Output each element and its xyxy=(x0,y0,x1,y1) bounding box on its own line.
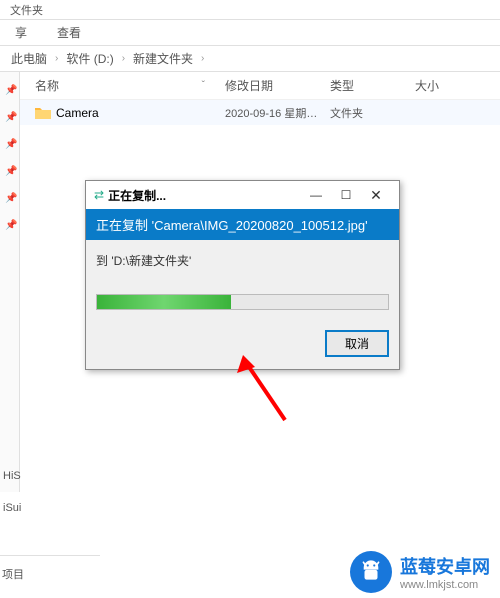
dialog-dest: 到 'D:\新建文件夹' xyxy=(96,252,389,269)
file-date-cell: 2020-09-16 星期… xyxy=(225,105,330,121)
sidebar-lower: HiS iSui xyxy=(0,460,30,524)
col-name[interactable]: 名称 ˇ xyxy=(20,77,225,94)
progress-fill xyxy=(97,295,231,309)
cancel-button[interactable]: 取消 xyxy=(325,330,389,357)
table-row[interactable]: Camera 2020-09-16 星期… 文件夹 xyxy=(20,100,500,125)
toolbar: 享 查看 xyxy=(0,20,500,45)
tab-folder[interactable]: 文件夹 xyxy=(0,2,53,18)
dialog-banner: 正在复制 'Camera\IMG_20200820_100512.jpg' xyxy=(86,209,399,240)
file-type-cell: 文件夹 xyxy=(330,105,415,121)
col-size[interactable]: 大小 xyxy=(415,77,475,94)
col-name-label: 名称 xyxy=(35,77,59,94)
chevron-right-icon: › xyxy=(120,53,127,64)
toolbar-view[interactable]: 查看 xyxy=(42,24,96,41)
android-icon xyxy=(350,551,392,593)
pin-icon[interactable]: 📌 xyxy=(0,158,19,185)
pin-icon[interactable]: 📌 xyxy=(0,77,19,104)
breadcrumb-drive[interactable]: 软件 (D:) xyxy=(60,50,119,67)
toolbar-share[interactable]: 享 xyxy=(0,24,42,41)
minimize-button[interactable]: — xyxy=(301,188,331,202)
chevron-right-icon: › xyxy=(199,53,206,64)
copy-dialog: ⇄ 正在复制... — ☐ ✕ 正在复制 'Camera\IMG_2020082… xyxy=(85,180,400,370)
breadcrumb-pc[interactable]: 此电脑 xyxy=(5,50,53,67)
watermark-url: www.lmkjst.com xyxy=(400,579,490,591)
column-headers: 名称 ˇ 修改日期 类型 大小 xyxy=(20,72,500,100)
sidebar: 📌 📌 📌 📌 📌 📌 xyxy=(0,72,20,492)
sidebar-item[interactable]: HiS xyxy=(0,460,30,492)
col-type[interactable]: 类型 xyxy=(330,77,415,94)
maximize-button[interactable]: ☐ xyxy=(331,188,361,202)
pin-icon[interactable]: 📌 xyxy=(0,104,19,131)
watermark: 蓝莓安卓网 www.lmkjst.com xyxy=(350,551,490,593)
folder-icon xyxy=(35,107,51,119)
pin-icon[interactable]: 📌 xyxy=(0,185,19,212)
chevron-right-icon: › xyxy=(53,53,60,64)
breadcrumb[interactable]: 此电脑 › 软件 (D:) › 新建文件夹 › xyxy=(0,46,500,71)
file-name-cell: Camera xyxy=(20,106,225,120)
pin-icon[interactable]: 📌 xyxy=(0,131,19,158)
sidebar-item[interactable]: iSui xyxy=(0,492,30,524)
breadcrumb-folder[interactable]: 新建文件夹 xyxy=(127,50,199,67)
progress-bar xyxy=(96,294,389,310)
divider xyxy=(0,555,100,556)
copy-icon: ⇄ xyxy=(94,188,104,202)
dialog-title: 正在复制... xyxy=(108,187,301,204)
dialog-titlebar[interactable]: ⇄ 正在复制... — ☐ ✕ xyxy=(86,181,399,209)
file-name-text: Camera xyxy=(56,106,99,120)
col-date[interactable]: 修改日期 xyxy=(225,77,330,94)
sort-indicator-icon: ˇ xyxy=(202,80,205,91)
watermark-title: 蓝莓安卓网 xyxy=(400,553,490,579)
close-button[interactable]: ✕ xyxy=(361,187,391,204)
status-text: 项目 xyxy=(0,566,40,582)
pin-icon[interactable]: 📌 xyxy=(0,212,19,239)
